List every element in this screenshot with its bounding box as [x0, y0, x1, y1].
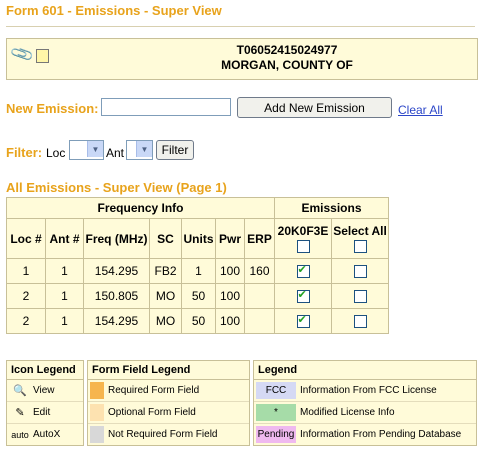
cell-ant: 1: [45, 258, 84, 284]
col-sc: SC: [149, 218, 182, 259]
icon-legend: Icon Legend 🔍 View ✎ Edit auto AutoX: [6, 360, 84, 446]
clear-all-link[interactable]: Clear All: [398, 103, 443, 117]
pending-tag: Pending: [256, 426, 296, 443]
auto-icon: auto: [11, 429, 29, 440]
form-field-legend: Form Field Legend Required Form Field Op…: [87, 360, 250, 446]
license-header: 📎 T06052415024977 MORGAN, COUNTY OF: [6, 38, 478, 80]
legend-label: Modified License Info: [300, 407, 395, 418]
data-source-legend: Legend FCC Information From FCC License …: [253, 360, 477, 446]
table-row: 2 1 154.295 MO 50 100: [6, 308, 389, 334]
cell-erp: [244, 308, 275, 334]
legend-row: * Modified License Info: [254, 402, 476, 424]
fcc-tag: FCC: [256, 382, 296, 399]
licensee-name: MORGAN, COUNTY OF: [221, 58, 353, 72]
form-field-legend-title: Form Field Legend: [88, 361, 249, 380]
cell-sc: MO: [149, 308, 182, 334]
filter-button[interactable]: Filter: [156, 140, 194, 160]
legend-label: AutoX: [33, 429, 61, 440]
legend-row: Optional Form Field: [88, 402, 249, 424]
cell-loc: 2: [6, 283, 46, 309]
legend-label: Optional Form Field: [108, 407, 196, 418]
optional-swatch: [90, 404, 104, 421]
emission-checkbox[interactable]: [296, 288, 310, 304]
legend-label: Edit: [33, 407, 51, 418]
section-title: All Emissions - Super View (Page 1): [6, 180, 227, 195]
title-divider: [6, 26, 475, 27]
cell-freq: 154.295: [83, 308, 150, 334]
col-emission-code: 20K0F3E: [274, 218, 332, 259]
edit-icon: ✎: [15, 407, 25, 419]
col-ant: Ant #: [45, 218, 84, 259]
table-row: 2 1 150.805 MO 50 100: [6, 283, 389, 309]
icon-legend-title: Icon Legend: [7, 361, 83, 380]
cell-loc: 2: [6, 308, 46, 334]
loc-label: Loc: [46, 146, 66, 160]
col-units: Units: [181, 218, 216, 259]
select-all-checkbox[interactable]: [353, 239, 367, 253]
modified-tag: *: [256, 404, 296, 421]
view-icon: 🔍: [13, 385, 27, 397]
cell-units: 1: [181, 258, 216, 284]
table-row: 1 1 154.295 FB2 1 100 160: [6, 258, 389, 284]
col-loc: Loc #: [6, 218, 46, 259]
call-sign: T06052415024977: [236, 43, 338, 57]
legend-row: FCC Information From FCC License: [254, 380, 476, 402]
required-swatch: [90, 382, 104, 399]
loc-select[interactable]: ▼: [69, 140, 104, 160]
legend-row: auto AutoX: [7, 424, 83, 445]
emission-code-label: 20K0F3E: [277, 224, 329, 239]
cell-pwr: 100: [215, 258, 245, 284]
cell-sc: MO: [149, 283, 182, 309]
col-freq: Freq (MHz): [83, 218, 150, 259]
col-select-all: Select All: [331, 218, 389, 259]
legend-label: Not Required Form Field: [108, 429, 218, 440]
chevron-down-icon: ▼: [136, 141, 152, 157]
emissions-header: Emissions: [274, 197, 389, 219]
ant-label: Ant: [106, 146, 125, 160]
select-all-label: Select All: [333, 224, 387, 239]
emission-code-checkbox[interactable]: [296, 239, 310, 253]
new-emission-input[interactable]: [101, 98, 231, 116]
cell-ant: 1: [45, 308, 84, 334]
emission-checkbox[interactable]: [296, 313, 310, 329]
filter-label: Filter:: [6, 145, 43, 160]
legend-label: Required Form Field: [108, 385, 200, 396]
cell-loc: 1: [6, 258, 46, 284]
legend-label: Information From Pending Database: [300, 429, 462, 440]
legend-title: Legend: [254, 361, 476, 380]
emission-checkbox[interactable]: [296, 263, 310, 279]
cell-sc: FB2: [149, 258, 182, 284]
not-required-swatch: [90, 426, 104, 443]
legend-row: Not Required Form Field: [88, 424, 249, 445]
cell-erp: [244, 283, 275, 309]
new-emission-label: New Emission:: [6, 101, 99, 116]
legend-label: View: [33, 385, 55, 396]
cell-freq: 154.295: [83, 258, 150, 284]
legend-row: Pending Information From Pending Databas…: [254, 424, 476, 445]
cell-pwr: 100: [215, 283, 245, 309]
cell-pwr: 100: [215, 308, 245, 334]
col-erp: ERP: [244, 218, 275, 259]
emissions-table: Frequency Info Emissions Loc # Ant # Fre…: [6, 197, 389, 334]
select-checkbox[interactable]: [353, 265, 367, 279]
cell-erp: 160: [244, 258, 275, 284]
select-checkbox[interactable]: [353, 315, 367, 329]
legend-row: Required Form Field: [88, 380, 249, 402]
page-title: Form 601 - Emissions - Super View: [6, 3, 222, 18]
chevron-down-icon: ▼: [87, 141, 103, 157]
col-pwr: Pwr: [215, 218, 245, 259]
cell-units: 50: [181, 283, 216, 309]
legend-row: 🔍 View: [7, 380, 83, 402]
frequency-info-header: Frequency Info: [6, 197, 275, 219]
legend-label: Information From FCC License: [300, 385, 437, 396]
add-new-emission-button[interactable]: Add New Emission: [237, 97, 392, 118]
cell-freq: 150.805: [83, 283, 150, 309]
legend-row: ✎ Edit: [7, 402, 83, 424]
ant-select[interactable]: ▼: [126, 140, 153, 160]
select-checkbox[interactable]: [353, 290, 367, 304]
cell-units: 50: [181, 308, 216, 334]
cell-ant: 1: [45, 283, 84, 309]
